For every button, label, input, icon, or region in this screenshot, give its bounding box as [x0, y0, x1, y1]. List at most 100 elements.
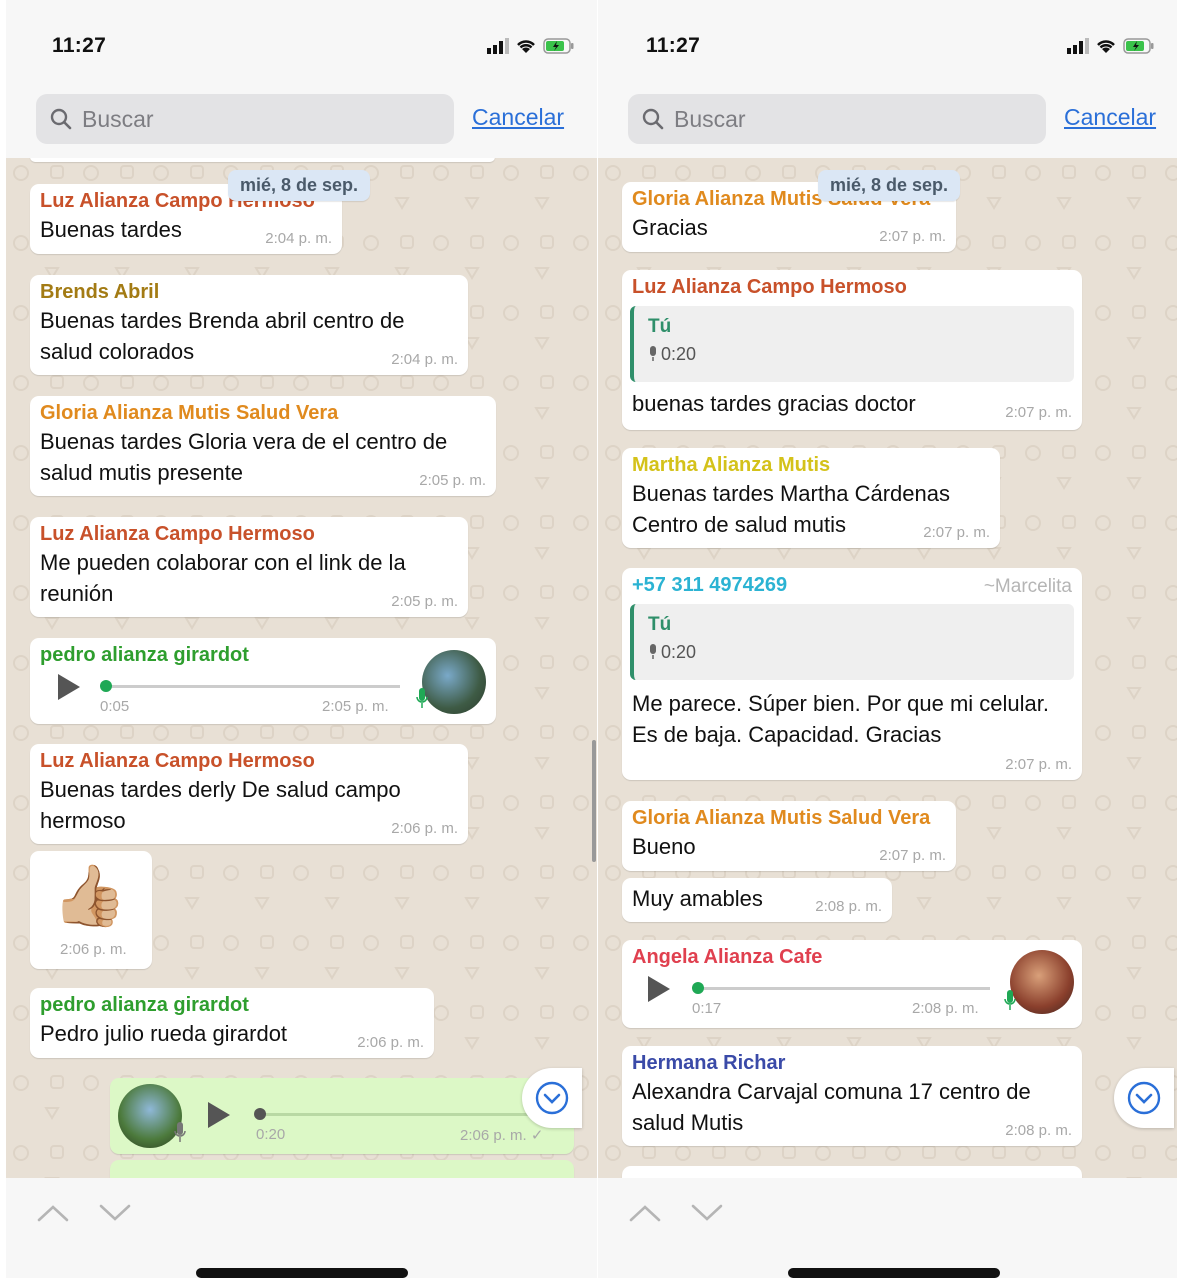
- message-text: Bueno: [632, 834, 696, 859]
- message-time: 2:08 p. m.: [912, 1000, 979, 1017]
- search-input[interactable]: Buscar: [36, 94, 454, 144]
- cropped-message: [30, 158, 495, 162]
- scroll-to-bottom-button[interactable]: [522, 1068, 582, 1128]
- message-bubble[interactable]: pedro alianza girardot Pedro julio rueda…: [30, 988, 434, 1058]
- play-icon[interactable]: [208, 1102, 230, 1128]
- left-phone-screen: 11:27 Buscar Cancelar Luz Alianza Campo …: [6, 0, 597, 1278]
- message-time: 2:07 p. m.: [1005, 404, 1072, 421]
- message-sender: Luz Alianza Campo Hermoso: [40, 523, 315, 545]
- message-sender: Angela Alianza Cafe: [632, 946, 823, 968]
- thumbs-up-emoji: 👍🏼: [52, 862, 127, 929]
- message-time: 2:07 p. m.: [879, 228, 946, 245]
- cancel-button[interactable]: Cancelar: [472, 104, 564, 131]
- date-chip: mié, 8 de sep.: [228, 170, 371, 201]
- message-sender: +57 311 4974269: [632, 574, 788, 596]
- message-bubble[interactable]: Gloria Alianza Mutis Salud Vera Buenas t…: [30, 396, 496, 496]
- reply-message-bubble[interactable]: Luz Alianza Campo Hermoso Tú 0:20 buenas…: [622, 270, 1082, 430]
- chevron-down-icon[interactable]: [98, 1202, 132, 1224]
- cropped-message: [110, 1160, 574, 1178]
- reply-message-bubble[interactable]: +57 311 4974269 ~Marcelita Tú 0:20 Me pa…: [622, 568, 1082, 780]
- status-icons: [1067, 38, 1155, 54]
- chat-area: Luz Alianza Campo Hermoso Buenas tardes …: [6, 158, 597, 1178]
- message-time: 2:07 p. m.: [1005, 756, 1072, 773]
- status-bar: 11:27: [598, 0, 1177, 82]
- audio-progress-track[interactable]: [698, 987, 990, 990]
- chevron-down-icon[interactable]: [690, 1202, 724, 1224]
- message-bubble[interactable]: Brends Abril Buenas tardes Brenda abril …: [30, 275, 468, 375]
- message-time: 2:08 p. m.: [1005, 1122, 1072, 1139]
- chevron-up-icon[interactable]: [628, 1202, 662, 1224]
- message-bubble[interactable]: Muy amables 2:08 p. m.: [622, 878, 892, 922]
- audio-duration: 0:17: [692, 1000, 722, 1017]
- play-icon[interactable]: [58, 674, 80, 700]
- message-sender: Hermana Richar: [632, 1052, 786, 1074]
- home-indicator: [788, 1268, 1000, 1278]
- audio-progress-dot[interactable]: [692, 982, 704, 994]
- message-text: Muy amables: [632, 886, 763, 911]
- message-sender: Martha Alianza Mutis: [632, 454, 831, 476]
- status-time: 11:27: [52, 34, 107, 57]
- message-sender: Luz Alianza Campo Hermoso: [632, 276, 907, 298]
- audio-duration: 0:05: [100, 698, 130, 715]
- microphone-icon: [174, 1122, 186, 1142]
- wifi-icon: [517, 40, 535, 53]
- message-bubble[interactable]: Gloria Alianza Mutis Salud Vera Bueno 2:…: [622, 801, 956, 871]
- audio-progress-track[interactable]: [106, 685, 400, 688]
- quote-duration: 0:20: [648, 344, 696, 365]
- search-input[interactable]: Buscar: [628, 94, 1046, 144]
- message-time: 2:06 p. m.: [357, 1034, 424, 1051]
- signal-icon: [487, 38, 509, 54]
- message-sender: pedro alianza girardot: [40, 644, 249, 666]
- search-navigation-bar: [6, 1178, 597, 1278]
- message-time: 2:06 p. m. ✓: [460, 1127, 544, 1144]
- home-indicator: [196, 1268, 408, 1278]
- signal-icon: [1067, 38, 1089, 54]
- date-chip: mié, 8 de sep.: [818, 170, 961, 201]
- message-sender: pedro alianza girardot: [40, 994, 249, 1016]
- quote-duration: 0:20: [648, 642, 696, 663]
- voice-message-bubble[interactable]: pedro alianza girardot 0:05 2:05 p. m.: [30, 638, 496, 724]
- message-time: 2:05 p. m.: [419, 472, 486, 489]
- search-bar: Buscar Cancelar: [6, 82, 597, 158]
- battery-icon: [1123, 38, 1154, 54]
- audio-progress-dot[interactable]: [254, 1108, 266, 1120]
- quote-author: Tú: [648, 614, 672, 635]
- play-icon[interactable]: [648, 976, 670, 1002]
- message-time: 2:05 p. m.: [322, 698, 389, 715]
- scroll-to-bottom-button[interactable]: [1114, 1068, 1174, 1128]
- chevron-down-circle-icon: [1127, 1081, 1161, 1115]
- wifi-icon: [1097, 40, 1115, 53]
- audio-progress-track[interactable]: [260, 1113, 560, 1116]
- chevron-up-icon[interactable]: [36, 1202, 70, 1224]
- status-bar: 11:27: [6, 0, 597, 82]
- message-time: 2:04 p. m.: [265, 230, 332, 247]
- message-time: 2:06 p. m.: [391, 820, 458, 837]
- voice-message-bubble[interactable]: Angela Alianza Cafe 0:17 2:08 p. m.: [622, 940, 1082, 1028]
- sender-alias: ~Marcelita: [983, 576, 1072, 597]
- search-icon: [642, 108, 664, 130]
- quoted-message[interactable]: Tú 0:20: [630, 306, 1074, 382]
- right-phone-screen: 11:27 Buscar Cancelar Gloria Alianza Mut…: [598, 0, 1177, 1278]
- quoted-message[interactable]: Tú 0:20: [630, 604, 1074, 680]
- message-bubble[interactable]: Luz Alianza Campo Hermoso Buenas tardes …: [30, 744, 468, 844]
- quote-duration-text: 0:20: [661, 344, 697, 364]
- cancel-button[interactable]: Cancelar: [1064, 104, 1156, 131]
- message-sender: Brends Abril: [40, 281, 160, 303]
- microphone-icon: [1004, 990, 1016, 1010]
- message-time: 2:07 p. m.: [879, 847, 946, 864]
- message-bubble[interactable]: Martha Alianza Mutis Buenas tardes Marth…: [622, 448, 1000, 548]
- battery-icon: [543, 38, 574, 54]
- search-placeholder: Buscar: [82, 105, 154, 132]
- status-icons: [487, 38, 575, 54]
- message-time: 2:08 p. m.: [815, 898, 882, 915]
- chevron-down-circle-icon: [535, 1081, 569, 1115]
- avatar: [422, 650, 486, 714]
- avatar: [1010, 950, 1074, 1014]
- message-time: 2:06 p. m.: [60, 941, 127, 958]
- message-bubble[interactable]: Luz Alianza Campo Hermoso Me pueden cola…: [30, 517, 468, 617]
- emoji-message-bubble[interactable]: 👍🏼 2:06 p. m.: [30, 851, 152, 969]
- outgoing-voice-message[interactable]: 0:20 2:06 p. m. ✓: [110, 1078, 574, 1154]
- message-bubble[interactable]: Hermana Richar Alexandra Carvajal comuna…: [622, 1046, 1082, 1146]
- microphone-icon: [416, 688, 428, 708]
- audio-progress-dot[interactable]: [100, 680, 112, 692]
